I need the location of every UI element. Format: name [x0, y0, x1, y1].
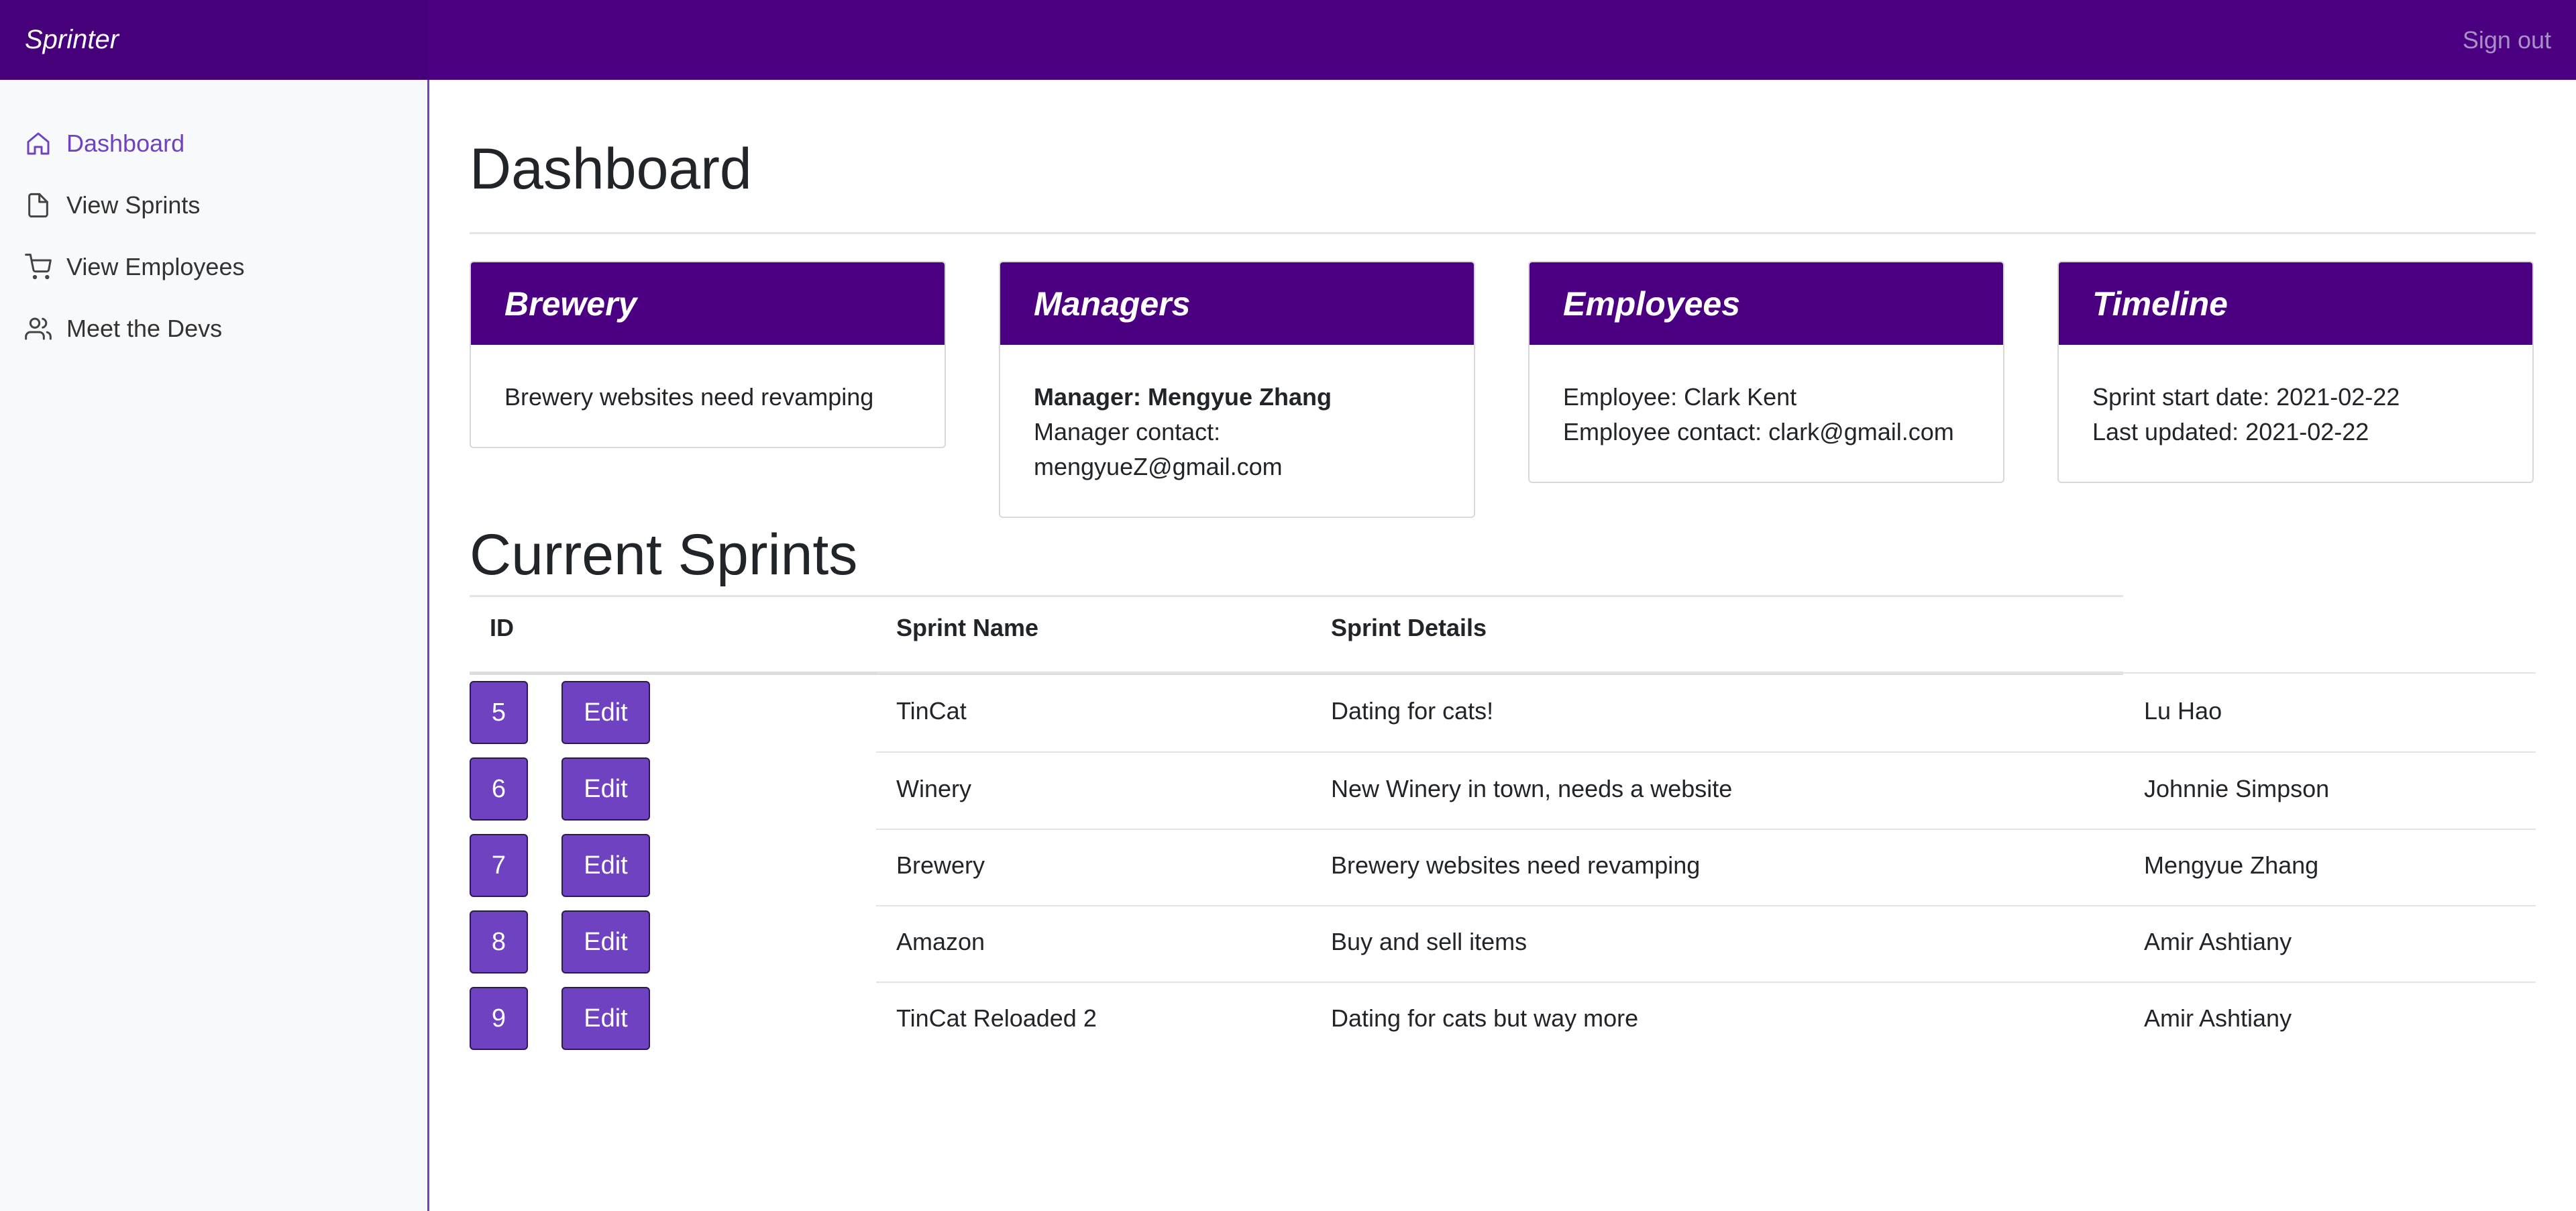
card-text: Brewery websites need revamping [504, 383, 874, 411]
sprint-details-cell: Brewery websites need revamping [1331, 851, 1701, 879]
sprint-id-button[interactable]: 7 [470, 834, 528, 897]
edit-button[interactable]: Edit [561, 834, 650, 897]
cart-icon [25, 254, 52, 280]
sidebar-item-label: Dashboard [66, 129, 185, 157]
column-header-sprint-details: Sprint Details [1331, 614, 1487, 641]
edit-button[interactable]: Edit [561, 757, 650, 821]
sprint-details-cell: Dating for cats! [1331, 697, 1494, 725]
card-brewery: Brewery Brewery websites need revamping [470, 261, 946, 448]
column-header-id: ID [490, 614, 514, 641]
card-body: Sprint start date: 2021-02-22 Last updat… [2059, 345, 2532, 482]
sprint-name-cell: TinCat Reloaded 2 [896, 1004, 1097, 1032]
sidebar-item-label: View Sprints [66, 191, 201, 219]
sprint-name-cell: Winery [896, 775, 972, 802]
sidebar-item-dashboard[interactable]: Dashboard [25, 123, 184, 164]
card-body: Brewery websites need revamping [471, 345, 945, 447]
sprint-id-button[interactable]: 6 [470, 757, 528, 821]
sprint-owner-cell: Lu Hao [2144, 697, 2222, 725]
sidebar: Dashboard View Sprints View Employees Me… [0, 80, 429, 1211]
sprint-owner-cell: Mengyue Zhang [2144, 851, 2319, 879]
sprint-name-cell: TinCat [896, 697, 967, 725]
sprint-details-cell: Dating for cats but way more [1331, 1004, 1639, 1032]
edit-button[interactable]: Edit [561, 987, 650, 1050]
row-divider [876, 829, 2536, 830]
manager-email: mengyueZ@gmail.com [1034, 453, 1283, 480]
card-title: Employees [1529, 262, 2003, 345]
edit-button[interactable]: Edit [561, 681, 650, 744]
row-divider [876, 905, 2536, 906]
sprint-details-cell: New Winery in town, needs a website [1331, 775, 1733, 802]
sidebar-item-label: Meet the Devs [66, 315, 223, 342]
sprint-owner-cell: Amir Ashtiany [2144, 928, 2292, 955]
row-divider [876, 672, 2536, 674]
last-updated: Last updated: 2021-02-22 [2092, 418, 2369, 445]
card-body: Manager: Mengyue Zhang Manager contact: … [1000, 345, 1474, 517]
sidebar-item-view-sprints[interactable]: View Sprints [25, 185, 200, 225]
sprint-start-date: Sprint start date: 2021-02-22 [2092, 383, 2400, 411]
card-timeline: Timeline Sprint start date: 2021-02-22 L… [2057, 261, 2534, 483]
card-title: Managers [1000, 262, 1474, 345]
brand-logo[interactable]: Sprinter [0, 0, 428, 80]
top-navbar: Sprinter Sign out [0, 0, 2576, 80]
divider [470, 595, 2123, 597]
home-icon [27, 132, 50, 155]
sign-out-link[interactable]: Sign out [2463, 0, 2551, 80]
sprint-id-button[interactable]: 8 [470, 910, 528, 973]
sprint-details-cell: Buy and sell items [1331, 928, 1527, 955]
card-title: Timeline [2059, 262, 2532, 345]
page-title: Dashboard [470, 137, 752, 201]
sidebar-item-view-employees[interactable]: View Employees [25, 247, 244, 287]
users-icon [25, 317, 52, 340]
sprint-owner-cell: Johnnie Simpson [2144, 775, 2330, 802]
sprint-id-button[interactable]: 9 [470, 987, 528, 1050]
sidebar-item-meet-the-devs[interactable]: Meet the Devs [25, 309, 222, 349]
section-title: Current Sprints [470, 523, 858, 587]
sidebar-item-label: View Employees [66, 253, 245, 280]
sprint-name-cell: Amazon [896, 928, 985, 955]
row-divider [876, 751, 2536, 753]
sprint-owner-cell: Amir Ashtiany [2144, 1004, 2292, 1032]
sprint-name-cell: Brewery [896, 851, 985, 879]
sprint-id-button[interactable]: 5 [470, 681, 528, 744]
divider [470, 232, 2536, 234]
employee-name: Employee: Clark Kent [1563, 383, 1797, 411]
file-icon [28, 193, 48, 218]
manager-name: Manager: Mengyue Zhang [1034, 383, 1332, 411]
card-body: Employee: Clark Kent Employee contact: c… [1529, 345, 2003, 482]
row-divider [876, 982, 2536, 983]
card-title: Brewery [471, 262, 945, 345]
employee-contact: Employee contact: clark@gmail.com [1563, 418, 1954, 445]
edit-button[interactable]: Edit [561, 910, 650, 973]
card-managers: Managers Manager: Mengyue Zhang Manager … [999, 261, 1475, 518]
manager-contact-label: Manager contact: [1034, 418, 1221, 445]
card-employees: Employees Employee: Clark Kent Employee … [1528, 261, 2004, 483]
column-header-sprint-name: Sprint Name [896, 614, 1039, 641]
